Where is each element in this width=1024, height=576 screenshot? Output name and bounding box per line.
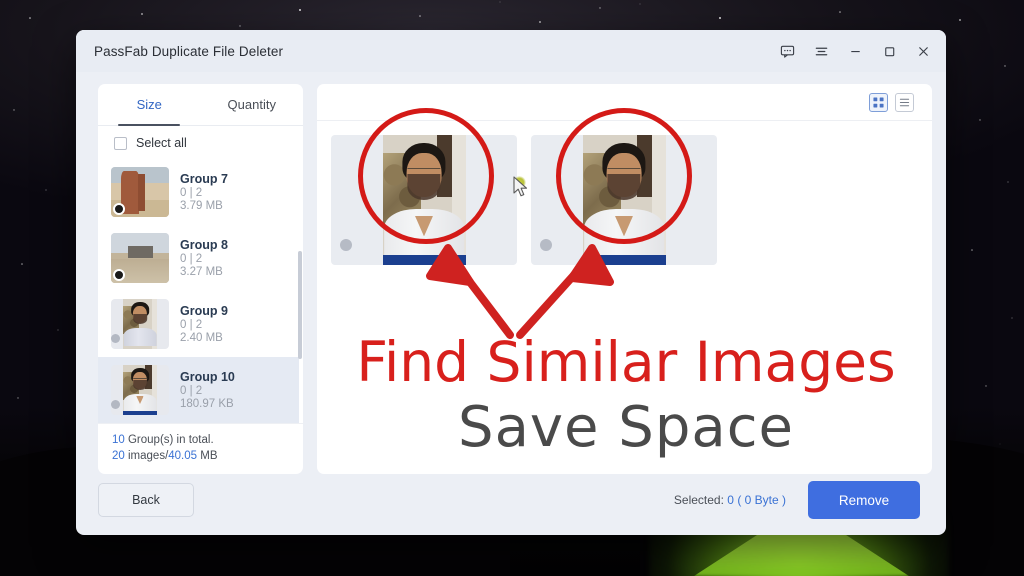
duplicate-photo-card-1[interactable] <box>331 135 517 265</box>
window-footer: Back Selected: 0 ( 0 Byte ) Remove <box>76 465 946 535</box>
selected-count: 0 <box>727 493 734 507</box>
group-thumbnail-wrap <box>111 365 169 415</box>
desktop-background: PassFab Duplicate File Deleter Size Quan… <box>0 0 1024 576</box>
view-toolbar <box>317 84 932 121</box>
photo-select-radio-icon[interactable] <box>540 239 552 251</box>
group-size: 2.40 MB <box>180 332 223 344</box>
group-name: Group 7 <box>180 172 228 186</box>
group-thumbnail-wrap <box>111 167 169 217</box>
group-list-item[interactable]: Group 7 0 | 2 3.79 MB <box>98 159 299 225</box>
group-size: 180.97 KB <box>180 398 234 410</box>
footer-right: Selected: 0 ( 0 Byte ) Remove <box>674 481 920 519</box>
grid-view-icon[interactable] <box>869 92 888 112</box>
feedback-icon[interactable] <box>770 35 804 67</box>
group-meta: Group 7 0 | 2 3.79 MB <box>180 172 228 212</box>
total-images-size-unit: MB <box>197 450 218 462</box>
group-radio-icon[interactable] <box>111 400 120 409</box>
sidebar: Size Quantity Select all Group 7 0 | 2 3… <box>98 84 303 474</box>
tab-size[interactable]: Size <box>98 84 201 125</box>
total-images-size: 40.05 <box>168 450 198 462</box>
main-panel <box>317 84 932 474</box>
group-count: 0 | 2 <box>180 385 203 397</box>
group-meta: Group 8 0 | 2 3.27 MB <box>180 238 228 278</box>
window-title: PassFab Duplicate File Deleter <box>94 43 284 59</box>
group-count: 0 | 2 <box>180 319 203 331</box>
photo-card-row <box>331 135 932 265</box>
total-groups-text: Group(s) in total. <box>124 434 214 446</box>
group-meta: Group 10 0 | 2 180.97 KB <box>180 370 235 410</box>
group-thumbnail-image <box>111 299 169 349</box>
select-all-row[interactable]: Select all <box>98 126 303 159</box>
group-thumbnail-wrap <box>111 233 169 283</box>
group-list-item[interactable]: Group 10 0 | 2 180.97 KB <box>98 357 299 423</box>
group-count: 0 | 2 <box>180 253 203 265</box>
group-count: 0 | 2 <box>180 187 203 199</box>
group-name: Group 9 <box>180 304 228 318</box>
tab-quantity[interactable]: Quantity <box>201 84 304 125</box>
group-meta: Group 9 0 | 2 2.40 MB <box>180 304 228 344</box>
maximize-icon[interactable] <box>872 35 906 67</box>
duplicate-photo-card-2[interactable] <box>531 135 717 265</box>
window-body: Size Quantity Select all Group 7 0 | 2 3… <box>76 72 946 474</box>
group-radio-icon[interactable] <box>111 334 120 343</box>
total-groups-line: 10 Group(s) in total. <box>112 434 303 446</box>
duplicate-thumbnails-area <box>317 121 932 474</box>
photo-image <box>582 135 666 265</box>
list-view-icon[interactable] <box>895 92 914 112</box>
select-all-label: Select all <box>136 136 187 150</box>
photo-image <box>382 135 466 265</box>
title-bar: PassFab Duplicate File Deleter <box>76 30 946 72</box>
mouse-cursor <box>512 176 529 204</box>
selected-prefix: Selected: <box>673 493 728 507</box>
group-name: Group 8 <box>180 238 228 252</box>
group-radio-icon[interactable] <box>113 269 125 281</box>
total-groups-count: 10 <box>112 434 125 446</box>
select-all-checkbox[interactable] <box>114 136 127 150</box>
group-thumbnail-image <box>111 365 169 415</box>
window-controls <box>770 35 940 67</box>
app-window: PassFab Duplicate File Deleter Size Quan… <box>76 30 946 535</box>
selected-status: Selected: 0 ( 0 Byte ) <box>674 493 786 507</box>
close-icon[interactable] <box>906 35 940 67</box>
back-button[interactable]: Back <box>98 483 194 517</box>
group-list[interactable]: Group 7 0 | 2 3.79 MB Group 8 0 | 2 3.27… <box>98 159 303 423</box>
menu-icon[interactable] <box>804 35 838 67</box>
selected-size: ( 0 Byte ) <box>737 493 786 507</box>
group-size: 3.27 MB <box>180 266 223 278</box>
group-list-item[interactable]: Group 8 0 | 2 3.27 MB <box>98 225 299 291</box>
group-list-scrollbar[interactable] <box>298 251 302 359</box>
group-size: 3.79 MB <box>180 200 223 212</box>
group-list-item[interactable]: Group 9 0 | 2 2.40 MB <box>98 291 299 357</box>
total-images-line: 20 images/40.05 MB <box>112 450 303 462</box>
total-images-text: images/ <box>124 450 169 462</box>
minimize-icon[interactable] <box>838 35 872 67</box>
group-thumbnail-wrap <box>111 299 169 349</box>
sidebar-tabs: Size Quantity <box>98 84 303 126</box>
total-images-count: 20 <box>112 450 125 462</box>
group-radio-icon[interactable] <box>113 203 125 215</box>
photo-select-radio-icon[interactable] <box>340 239 352 251</box>
group-name: Group 10 <box>180 370 235 384</box>
remove-button[interactable]: Remove <box>808 481 920 519</box>
